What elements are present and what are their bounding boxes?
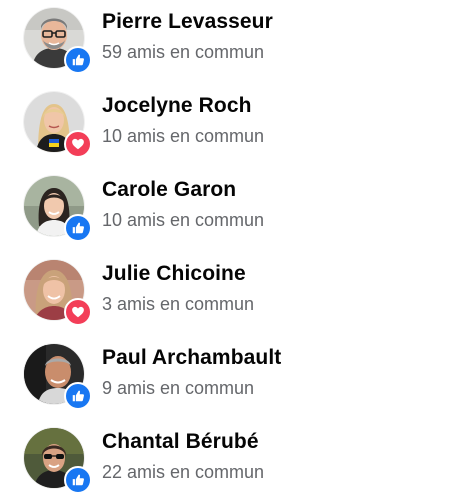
person-name[interactable]: Chantal Bérubé bbox=[102, 430, 259, 454]
list-item-pierre-levasseur[interactable]: Pierre Levasseur 59 amis en commun bbox=[0, 0, 462, 84]
like-icon bbox=[64, 466, 92, 494]
person-name[interactable]: Carole Garon bbox=[102, 178, 236, 202]
love-icon bbox=[64, 298, 92, 326]
person-name[interactable]: Pierre Levasseur bbox=[102, 10, 273, 34]
mutual-friends-count: 10 amis en commun bbox=[102, 210, 265, 230]
mutual-friends-count: 9 amis en commun bbox=[102, 378, 255, 398]
person-name[interactable]: Julie Chicoine bbox=[102, 262, 246, 286]
list-item-julie-chicoine[interactable]: Julie Chicoine 3 amis en commun bbox=[0, 252, 462, 336]
list-item-chantal-berube[interactable]: Chantal Bérubé 22 amis en commun bbox=[0, 420, 462, 504]
list-item-jocelyne-roch[interactable]: Jocelyne Roch 10 amis en commun bbox=[0, 84, 462, 168]
avatar-container[interactable] bbox=[24, 428, 92, 494]
love-icon bbox=[64, 130, 92, 158]
avatar-container[interactable] bbox=[24, 8, 92, 74]
like-icon bbox=[64, 382, 92, 410]
list-item-carole-garon[interactable]: Carole Garon 10 amis en commun bbox=[0, 168, 462, 252]
avatar-container[interactable] bbox=[24, 344, 92, 410]
avatar-container[interactable] bbox=[24, 260, 92, 326]
mutual-friends-count: 3 amis en commun bbox=[102, 294, 255, 314]
avatar-container[interactable] bbox=[24, 176, 92, 242]
avatar-container[interactable] bbox=[24, 92, 92, 158]
like-icon bbox=[64, 214, 92, 242]
list-item-paul-archambault[interactable]: Paul Archambault 9 amis en commun bbox=[0, 336, 462, 420]
mutual-friends-count: 10 amis en commun bbox=[102, 126, 265, 146]
mutual-friends-count: 22 amis en commun bbox=[102, 462, 265, 482]
person-name[interactable]: Jocelyne Roch bbox=[102, 94, 252, 118]
person-name[interactable]: Paul Archambault bbox=[102, 346, 281, 370]
like-icon bbox=[64, 46, 92, 74]
mutual-friends-count: 59 amis en commun bbox=[102, 42, 265, 62]
